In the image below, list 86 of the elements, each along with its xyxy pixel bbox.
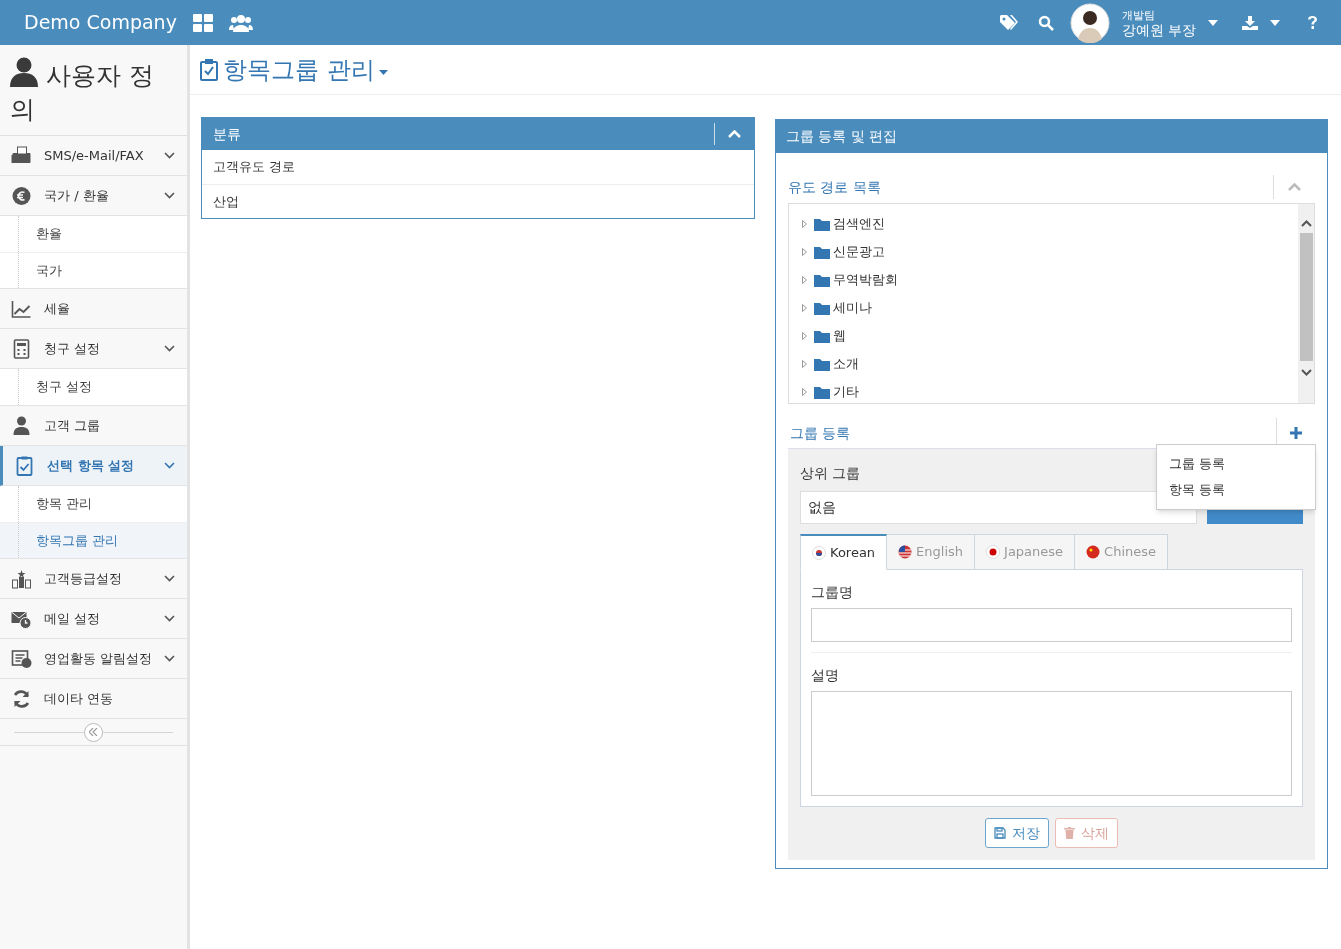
tree-node[interactable]: 소개: [814, 354, 859, 374]
page-title: 항목그룹 관리: [223, 54, 375, 86]
panel-title: 분류: [212, 124, 242, 144]
field-label: 설명: [811, 666, 840, 685]
category-row[interactable]: 산업: [202, 184, 754, 218]
user-name[interactable]: 강예원 부장: [1121, 22, 1196, 38]
user-icon: [11, 415, 32, 436]
line-chart-icon: [11, 298, 32, 319]
tree-node[interactable]: 신문광고: [814, 242, 885, 262]
ranking-icon: [11, 568, 32, 589]
calculator-icon: [11, 338, 32, 359]
folder-icon: [814, 217, 830, 231]
expand-arrow-icon[interactable]: [802, 332, 807, 340]
chevron-down-icon: [164, 575, 175, 582]
grid-icon[interactable]: [192, 13, 213, 32]
field-label: 그룹명: [811, 583, 854, 602]
folder-icon: [814, 301, 830, 315]
list-speaker-icon: [11, 648, 32, 669]
expand-arrow-icon[interactable]: [802, 248, 807, 256]
tags-icon[interactable]: [999, 14, 1018, 31]
avatar[interactable]: [1069, 2, 1110, 43]
chevron-down-icon: [164, 345, 175, 352]
scroll-down-icon[interactable]: [1300, 369, 1312, 376]
expand-arrow-icon[interactable]: [802, 220, 807, 228]
group-name-field[interactable]: [811, 608, 1292, 642]
folder-icon: [814, 245, 830, 259]
language-tab[interactable]: Korean: [800, 534, 888, 570]
expand-arrow-icon[interactable]: [802, 304, 807, 312]
tree-node[interactable]: 검색엔진: [814, 214, 885, 234]
submenu-item[interactable]: 청구 설정: [0, 369, 187, 405]
folder-icon: [814, 385, 830, 399]
scroll-up-icon[interactable]: [1300, 220, 1312, 227]
submenu-item[interactable]: 항목 관리: [0, 486, 187, 522]
panel-title: 그룹 등록 및 편집: [785, 127, 898, 146]
company-name[interactable]: Demo Company: [24, 8, 177, 37]
scrollbar[interactable]: [1298, 204, 1314, 403]
section-title: 그룹 등록: [789, 423, 852, 443]
checklist-icon: [14, 455, 35, 476]
fax-icon: [11, 145, 32, 166]
caret-icon[interactable]: [1270, 19, 1280, 26]
checklist-icon: [200, 58, 218, 81]
collapse-sidebar-button[interactable]: [84, 722, 103, 742]
description-field[interactable]: [811, 691, 1292, 796]
sidebar-title: 사용자 정의: [10, 57, 177, 127]
submenu-item[interactable]: 항목그룹 관리: [0, 522, 187, 558]
search-icon[interactable]: [1037, 14, 1054, 31]
refresh-icon: [11, 688, 32, 709]
japanese-flag-icon: [986, 545, 1001, 559]
save-button[interactable]: 저장: [985, 818, 1049, 848]
chevron-down-icon: [164, 615, 175, 622]
chevron-down-icon: [164, 152, 175, 159]
double-chevron-left-icon: [89, 728, 98, 736]
folder-icon: [814, 329, 830, 343]
tree-node[interactable]: 웹: [814, 326, 846, 346]
chevron-down-icon: [164, 655, 175, 662]
trash-icon: [1064, 827, 1075, 839]
folder-icon: [814, 357, 830, 371]
chevron-up-icon[interactable]: [1288, 183, 1301, 191]
tree-node[interactable]: 기타: [814, 382, 859, 402]
section-title: 유도 경로 목록: [788, 177, 882, 197]
menu-item[interactable]: 그룹 등록: [1157, 451, 1315, 477]
help-icon[interactable]: [1308, 16, 1317, 29]
folder-icon: [814, 273, 830, 287]
euro-circle-icon: [11, 185, 32, 206]
user-team: 개발팀: [1121, 7, 1156, 23]
chinese-flag-icon: [1086, 545, 1101, 559]
caret-icon[interactable]: [1208, 19, 1218, 26]
tree-node[interactable]: 무역박람회: [814, 270, 898, 290]
category-row[interactable]: 고객유도 경로: [202, 150, 754, 184]
korean-flag-icon: [812, 545, 826, 560]
expand-arrow-icon[interactable]: [802, 360, 807, 368]
submenu-item[interactable]: 환율: [0, 216, 187, 252]
american-flag-icon: [898, 545, 913, 559]
chevron-down-icon: [164, 462, 175, 469]
plus-icon[interactable]: [1290, 427, 1302, 439]
tree-node[interactable]: 세미나: [814, 298, 872, 318]
download-icon[interactable]: [1242, 15, 1258, 30]
field-label: 상위 그룹: [800, 464, 861, 483]
expand-arrow-icon[interactable]: [802, 388, 807, 396]
caret-icon[interactable]: [378, 70, 388, 75]
submenu-item[interactable]: 국가: [0, 252, 187, 288]
sidebar-item[interactable]: 선택 항목 설정: [0, 446, 187, 486]
chevron-down-icon: [164, 192, 175, 199]
expand-arrow-icon[interactable]: [802, 276, 807, 284]
users-icon[interactable]: [228, 13, 253, 32]
user-icon: [10, 57, 38, 87]
